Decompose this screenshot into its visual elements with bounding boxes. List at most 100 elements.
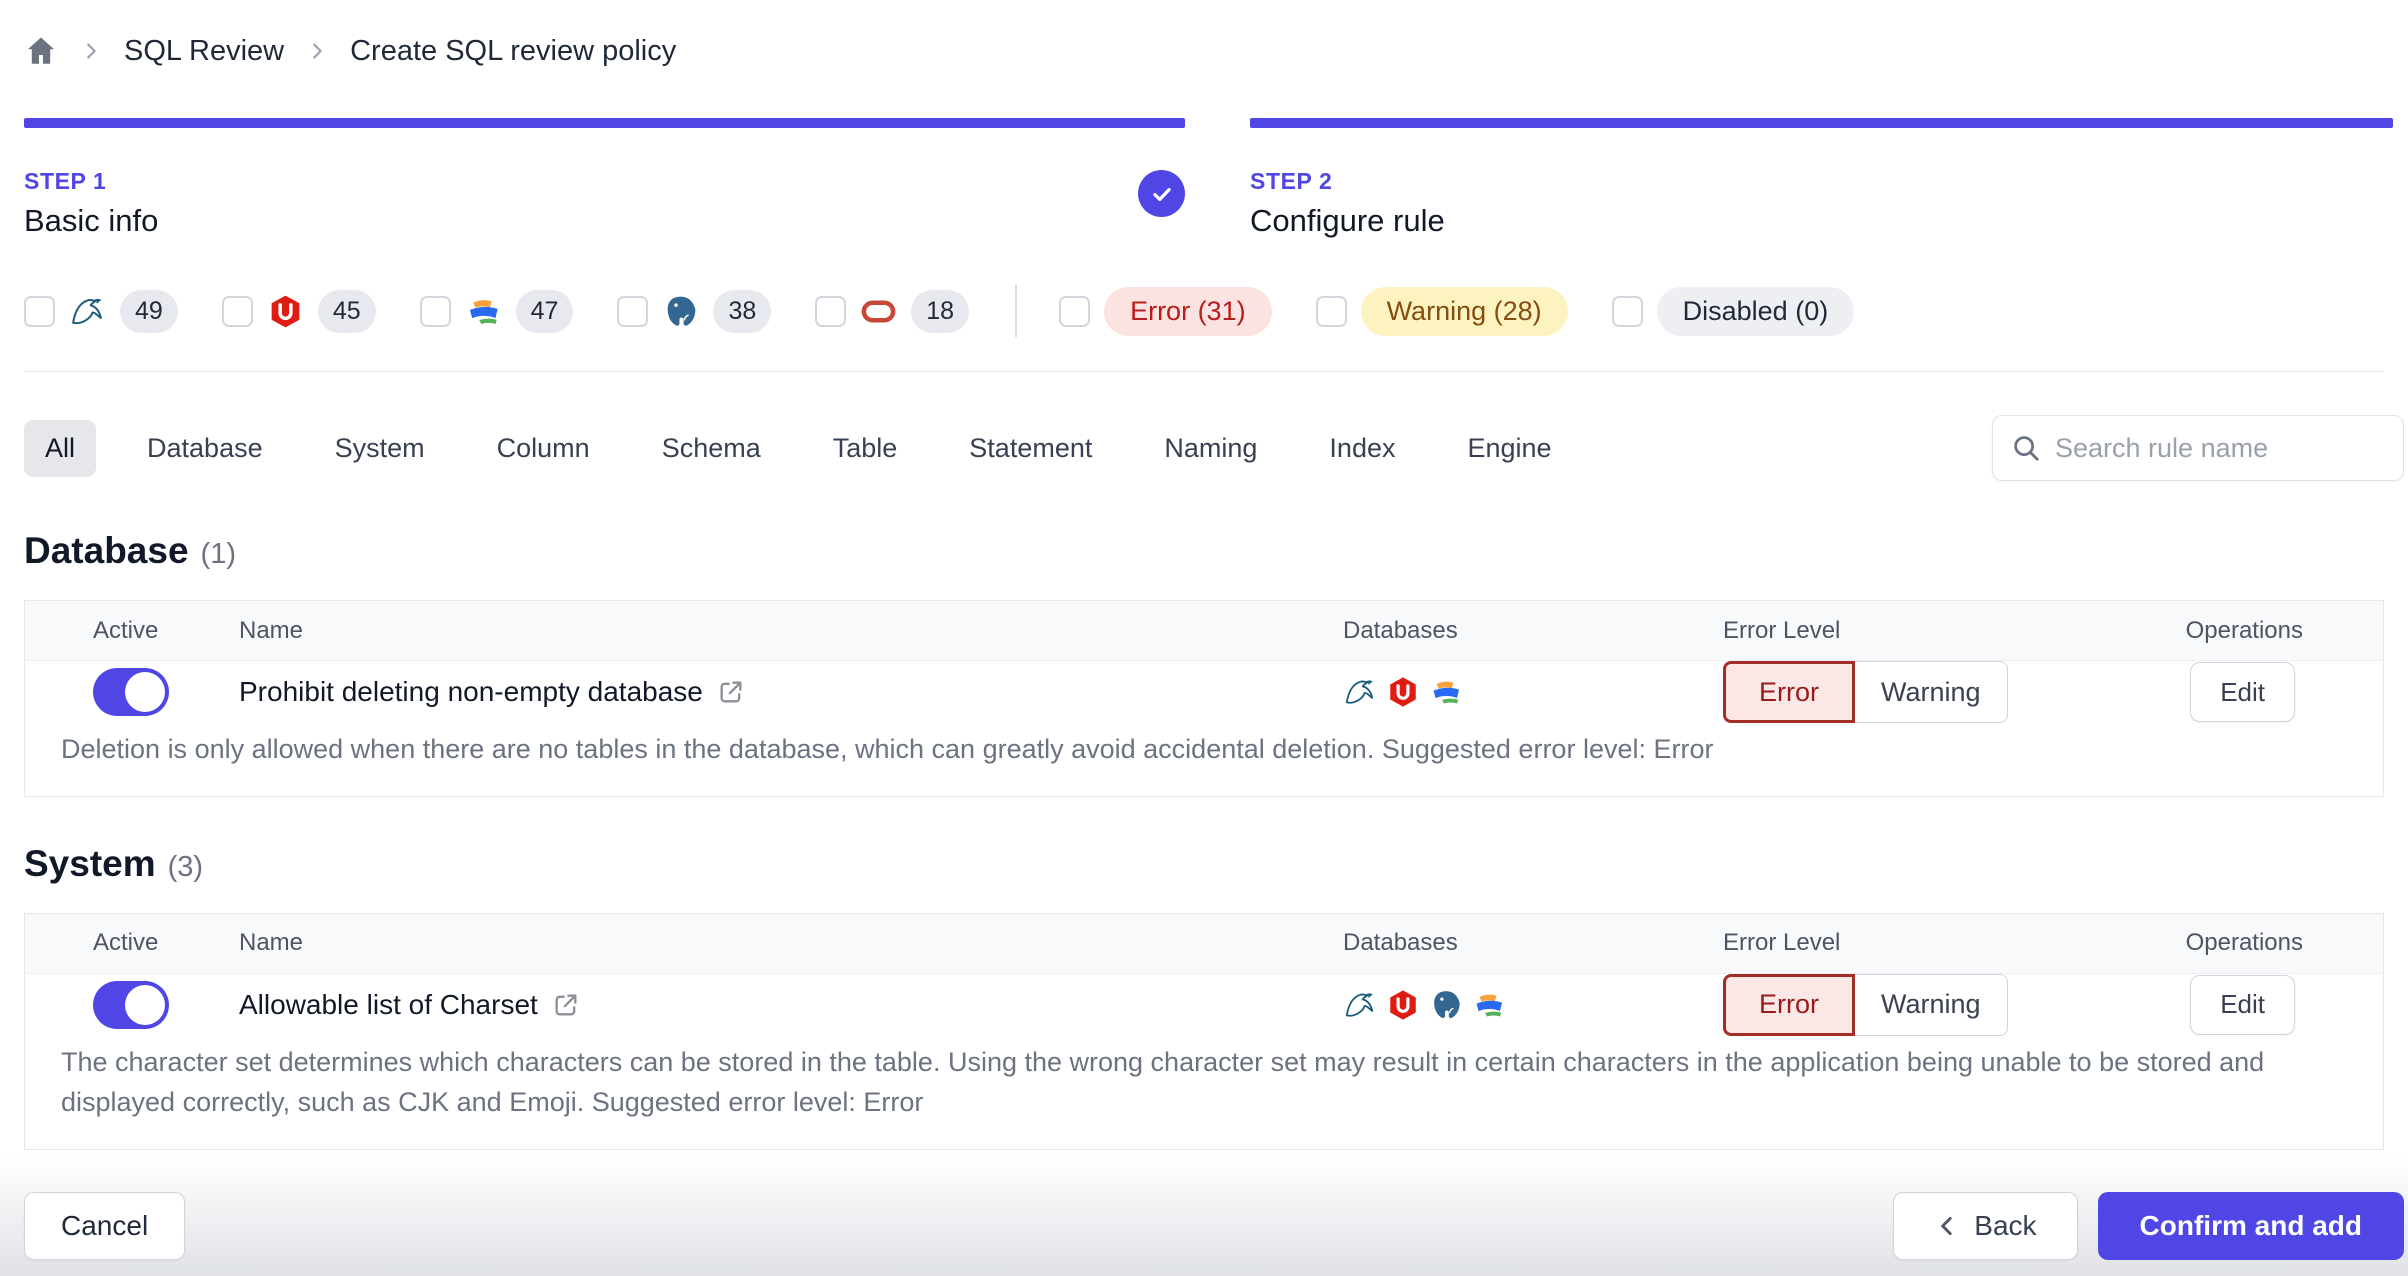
- search-rule-box: [1992, 415, 2404, 481]
- filter-engine-postgres[interactable]: 38: [617, 289, 772, 333]
- warning-count-pill: Warning (28): [1360, 286, 1568, 336]
- breadcrumb-current-page: Create SQL review policy: [350, 34, 677, 67]
- external-link-icon[interactable]: [552, 991, 580, 1019]
- cancel-button[interactable]: Cancel: [24, 1192, 186, 1260]
- error-level-option-error[interactable]: Error: [1723, 661, 1855, 723]
- oracle-icon: [860, 293, 897, 330]
- error-level-option-warning[interactable]: Warning: [1855, 973, 2008, 1036]
- column-header-operations: Operations: [2185, 929, 2303, 956]
- footer-actions: Cancel Back Confirm and add: [24, 1192, 2404, 1260]
- chevron-right-icon: [306, 40, 328, 62]
- step-1-title: Basic info: [24, 203, 159, 238]
- oceanbase-count-badge: 47: [515, 289, 574, 333]
- column-header-name: Name: [239, 929, 304, 956]
- tab-table[interactable]: Table: [812, 420, 919, 477]
- stepper: STEP 1 Basic info STEP 2 Configure rule: [0, 118, 2408, 239]
- section-database-title: Database: [24, 530, 189, 571]
- rule-name: Prohibit deleting non-empty database: [239, 676, 703, 707]
- external-link-icon[interactable]: [717, 678, 745, 706]
- edit-button[interactable]: Edit: [2190, 662, 2295, 722]
- section-system-count: (3): [167, 850, 204, 883]
- table-header: Active Name Databases Error Level Operat…: [25, 601, 2383, 661]
- tab-naming[interactable]: Naming: [1143, 420, 1278, 477]
- oceanbase-icon: [465, 293, 502, 330]
- database-rules-table: Active Name Databases Error Level Operat…: [24, 600, 2384, 797]
- tab-database[interactable]: Database: [126, 420, 284, 477]
- oceanbase-icon: [1472, 988, 1506, 1022]
- rule-databases: [1343, 988, 1723, 1022]
- mysql-count-badge: 49: [120, 289, 178, 333]
- oceanbase-icon: [1429, 675, 1463, 709]
- chevron-left-icon: [1941, 1217, 1952, 1235]
- postgres-checkbox[interactable]: [617, 295, 649, 327]
- tab-index[interactable]: Index: [1308, 420, 1416, 477]
- create-sql-review-policy-page: SQL Review Create SQL review policy STEP…: [0, 0, 2408, 1276]
- tab-all[interactable]: All: [24, 419, 97, 477]
- filter-level-warning[interactable]: Warning (28): [1315, 286, 1568, 336]
- mysql-checkbox[interactable]: [24, 295, 55, 327]
- edit-button[interactable]: Edit: [2190, 974, 2295, 1035]
- step-1: STEP 1 Basic info: [24, 118, 1185, 239]
- step-2: STEP 2 Configure rule: [1250, 118, 2393, 239]
- section-divider: [24, 371, 2384, 372]
- search-input[interactable]: [2055, 432, 2385, 464]
- filter-engine-oracle[interactable]: 18: [815, 289, 970, 333]
- section-system-title: System: [24, 842, 156, 884]
- postgres-icon: [1429, 988, 1463, 1022]
- confirm-and-add-button[interactable]: Confirm and add: [2097, 1192, 2404, 1260]
- system-rules-table: Active Name Databases Error Level Operat…: [24, 912, 2384, 1150]
- rule-name: Allowable list of Charset: [239, 988, 538, 1020]
- breadcrumb-sql-review[interactable]: SQL Review: [124, 35, 284, 68]
- column-header-active: Active: [93, 929, 159, 956]
- rule-active-toggle[interactable]: [93, 980, 169, 1029]
- rule-description: Deletion is only allowed when there are …: [61, 734, 1714, 764]
- section-database: Database (1) Active Name Databases Error…: [24, 530, 2384, 797]
- tab-column[interactable]: Column: [476, 420, 611, 477]
- disabled-level-checkbox[interactable]: [1611, 295, 1643, 327]
- step-1-label: STEP 1: [24, 168, 107, 194]
- oceanbase-checkbox[interactable]: [419, 295, 451, 327]
- postgres-count-badge: 38: [713, 289, 772, 333]
- mysql-icon: [1343, 988, 1377, 1022]
- home-icon[interactable]: [24, 34, 58, 68]
- error-level-option-warning[interactable]: Warning: [1855, 661, 2008, 723]
- step-1-progress-bar: [24, 118, 1185, 128]
- filter-level-error[interactable]: Error (31): [1059, 286, 1272, 336]
- tab-statement[interactable]: Statement: [948, 420, 1113, 477]
- error-level-option-error[interactable]: Error: [1723, 973, 1855, 1036]
- rule-active-toggle[interactable]: [93, 668, 169, 716]
- tab-schema[interactable]: Schema: [641, 420, 782, 477]
- disabled-count-pill: Disabled (0): [1656, 286, 1855, 336]
- column-header-error-level: Error Level: [1723, 929, 1841, 956]
- filter-level-disabled[interactable]: Disabled (0): [1611, 286, 1855, 336]
- rule-databases: [1343, 675, 1723, 709]
- tidb-icon: [1386, 988, 1420, 1022]
- breadcrumb: SQL Review Create SQL review policy: [0, 0, 2408, 92]
- column-header-databases: Databases: [1343, 929, 1458, 956]
- table-row: Allowable list of Charset Error Warning …: [25, 973, 2383, 1149]
- tab-engine[interactable]: Engine: [1446, 420, 1572, 477]
- rule-description: The character set determines which chara…: [61, 1046, 2265, 1118]
- warning-level-checkbox[interactable]: [1315, 295, 1347, 327]
- oracle-checkbox[interactable]: [815, 295, 847, 327]
- column-header-name: Name: [239, 616, 304, 644]
- step-2-progress-bar: [1250, 118, 2393, 128]
- filter-engine-tidb[interactable]: 45: [221, 289, 376, 333]
- error-level-checkbox[interactable]: [1059, 295, 1091, 327]
- filter-engine-oceanbase[interactable]: 47: [419, 289, 574, 333]
- check-icon: [1152, 187, 1171, 201]
- step-2-label: STEP 2: [1250, 168, 1333, 194]
- tidb-count-badge: 45: [317, 289, 376, 333]
- filter-bar: 49 45 47 38 18 Error (31) Warning (28) D…: [24, 285, 2384, 337]
- filter-engine-mysql[interactable]: 49: [24, 289, 178, 333]
- section-system: System (3) Active Name Databases Error L…: [24, 843, 2384, 1150]
- column-header-active: Active: [93, 616, 159, 644]
- oracle-count-badge: 18: [911, 289, 970, 333]
- back-button[interactable]: Back: [1893, 1192, 2078, 1260]
- column-header-error-level: Error Level: [1723, 616, 1841, 644]
- table-row: Prohibit deleting non-empty database Err…: [25, 661, 2383, 796]
- tidb-checkbox[interactable]: [221, 295, 253, 327]
- tidb-icon: [267, 293, 304, 330]
- tab-system[interactable]: System: [314, 420, 446, 477]
- table-header: Active Name Databases Error Level Operat…: [25, 913, 2383, 974]
